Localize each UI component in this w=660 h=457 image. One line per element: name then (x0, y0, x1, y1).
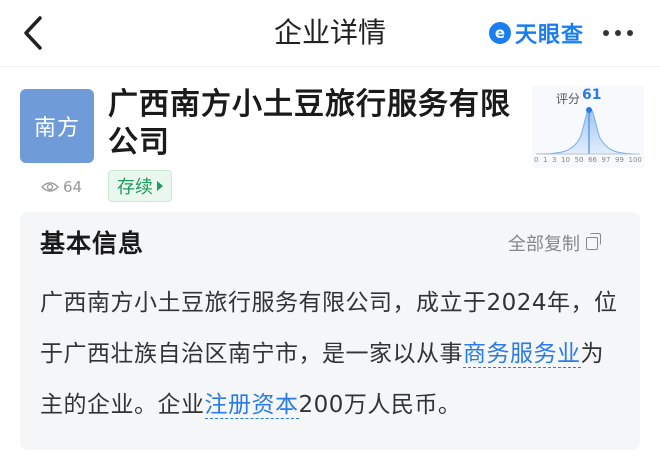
copy-all-label: 全部复制 (508, 234, 580, 255)
view-count-value: 64 (63, 178, 83, 196)
status-label: 存续 (117, 177, 153, 198)
brand-logo-icon: e (489, 22, 511, 44)
score-tick: 1 (543, 156, 548, 164)
brand-logo: e 天眼查 (489, 18, 584, 48)
score-tick: 100 (628, 156, 642, 164)
copy-icon (586, 232, 601, 250)
score-label: 评分 (556, 92, 581, 106)
view-count: 64 (41, 178, 82, 196)
score-tick: 66 (588, 156, 597, 164)
score-tick: 50 (574, 156, 584, 164)
score-value: 61 (582, 87, 602, 103)
score-tick: 0 (534, 156, 539, 164)
company-logo: 南方 (20, 89, 94, 163)
score-axis: 0 1 3 10 50 66 97 99 100 (534, 156, 642, 164)
top-nav: 企业详情 e 天眼查 (0, 0, 660, 67)
section-title: 基本信息 (40, 229, 145, 258)
company-summary: 广西南方小土豆旅行服务有限公司，成立于2024年，位于广西壮族自治区南宁市，是一… (40, 278, 624, 431)
score-widget[interactable]: 评分 61 0 1 3 10 50 66 97 99 100 (532, 86, 644, 168)
status-badge[interactable]: 存续 (108, 170, 172, 202)
summary-text: 200万人民币。 (298, 392, 462, 418)
score-tick: 97 (601, 156, 611, 164)
brand-name: 天眼查 (515, 23, 585, 48)
registered-capital-link[interactable]: 注册资本 (204, 392, 299, 419)
more-dots-icon[interactable] (603, 30, 633, 36)
eye-icon (41, 182, 59, 192)
caret-right-icon (157, 181, 163, 191)
industry-link[interactable]: 商务服务业 (463, 341, 581, 368)
company-name: 广西南方小土豆旅行服务有限公司 (108, 87, 511, 160)
copy-all-button[interactable]: 全部复制 (508, 230, 601, 256)
score-tick: 3 (552, 156, 557, 164)
score-tick: 10 (561, 156, 571, 164)
basic-info-card: 基本信息 全部复制 广西南方小土豆旅行服务有限公司，成立于2024年，位于广西壮… (20, 212, 640, 450)
score-tick: 99 (615, 156, 624, 164)
